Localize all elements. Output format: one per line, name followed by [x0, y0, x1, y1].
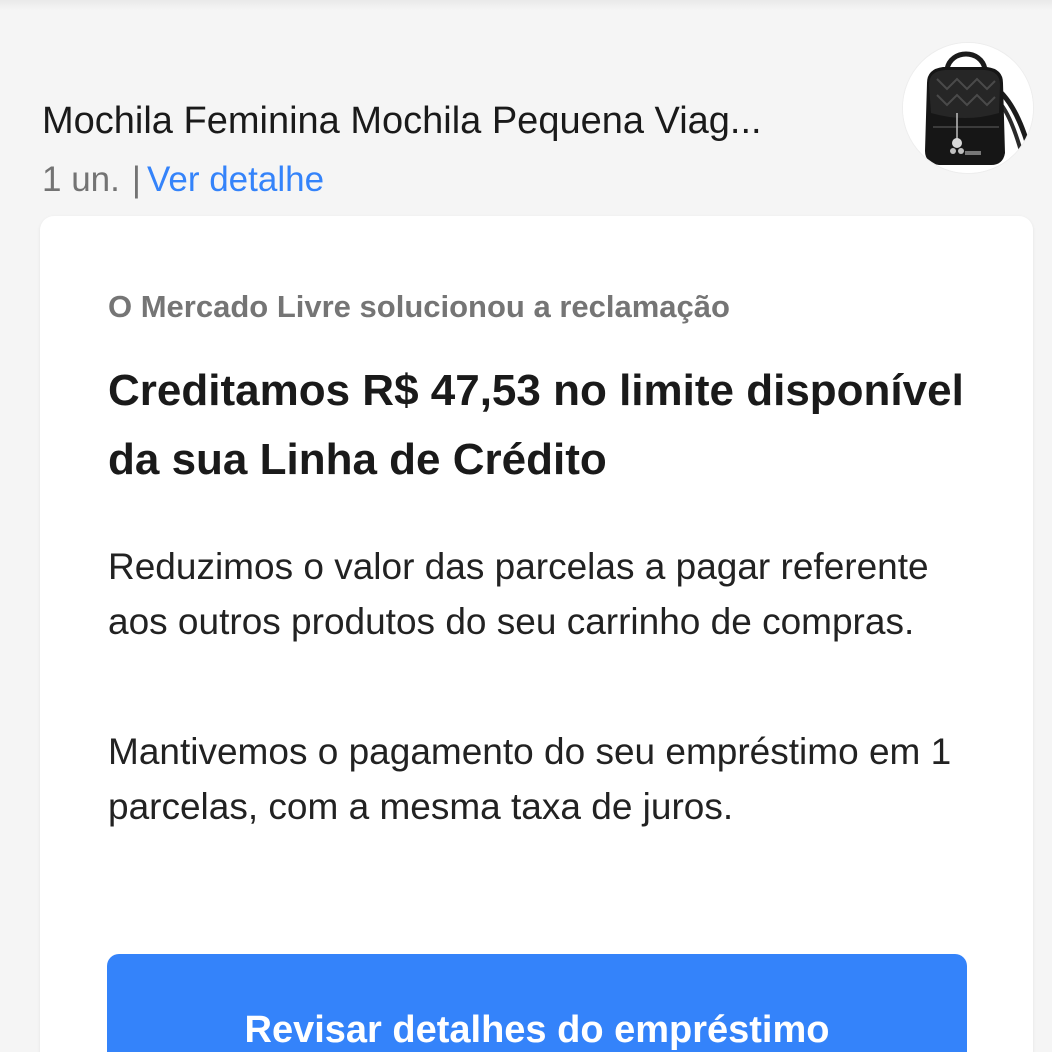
- review-loan-details-button[interactable]: Revisar detalhes do empréstimo: [107, 954, 967, 1052]
- top-shadow: [0, 0, 1052, 10]
- product-title: Mochila Feminina Mochila Pequena Viag...: [42, 100, 762, 142]
- product-quantity: 1 un.: [42, 160, 120, 199]
- loan-payment-text: Mantivemos o pagamento do seu empréstimo…: [108, 731, 952, 827]
- backpack-icon: [903, 43, 1033, 173]
- product-meta: 1 un. | Ver detalhe: [42, 157, 324, 203]
- view-details-link[interactable]: Ver detalhe: [147, 160, 324, 199]
- meta-separator: |: [131, 160, 141, 199]
- product-thumbnail[interactable]: [902, 42, 1034, 174]
- installments-reduced-text: Reduzimos o valor das parcelas a pagar r…: [108, 546, 929, 642]
- credit-headline: Creditamos R$ 47,53 no limite disponível…: [108, 366, 964, 484]
- product-summary: Mochila Feminina Mochila Pequena Viag...…: [40, 40, 1034, 199]
- claim-resolution-card: O Mercado Livre solucionou a reclamação …: [40, 216, 1033, 1052]
- resolution-status-label: O Mercado Livre solucionou a reclamação: [108, 289, 730, 324]
- claim-resolution-screen: Mochila Feminina Mochila Pequena Viag...…: [0, 0, 1052, 1052]
